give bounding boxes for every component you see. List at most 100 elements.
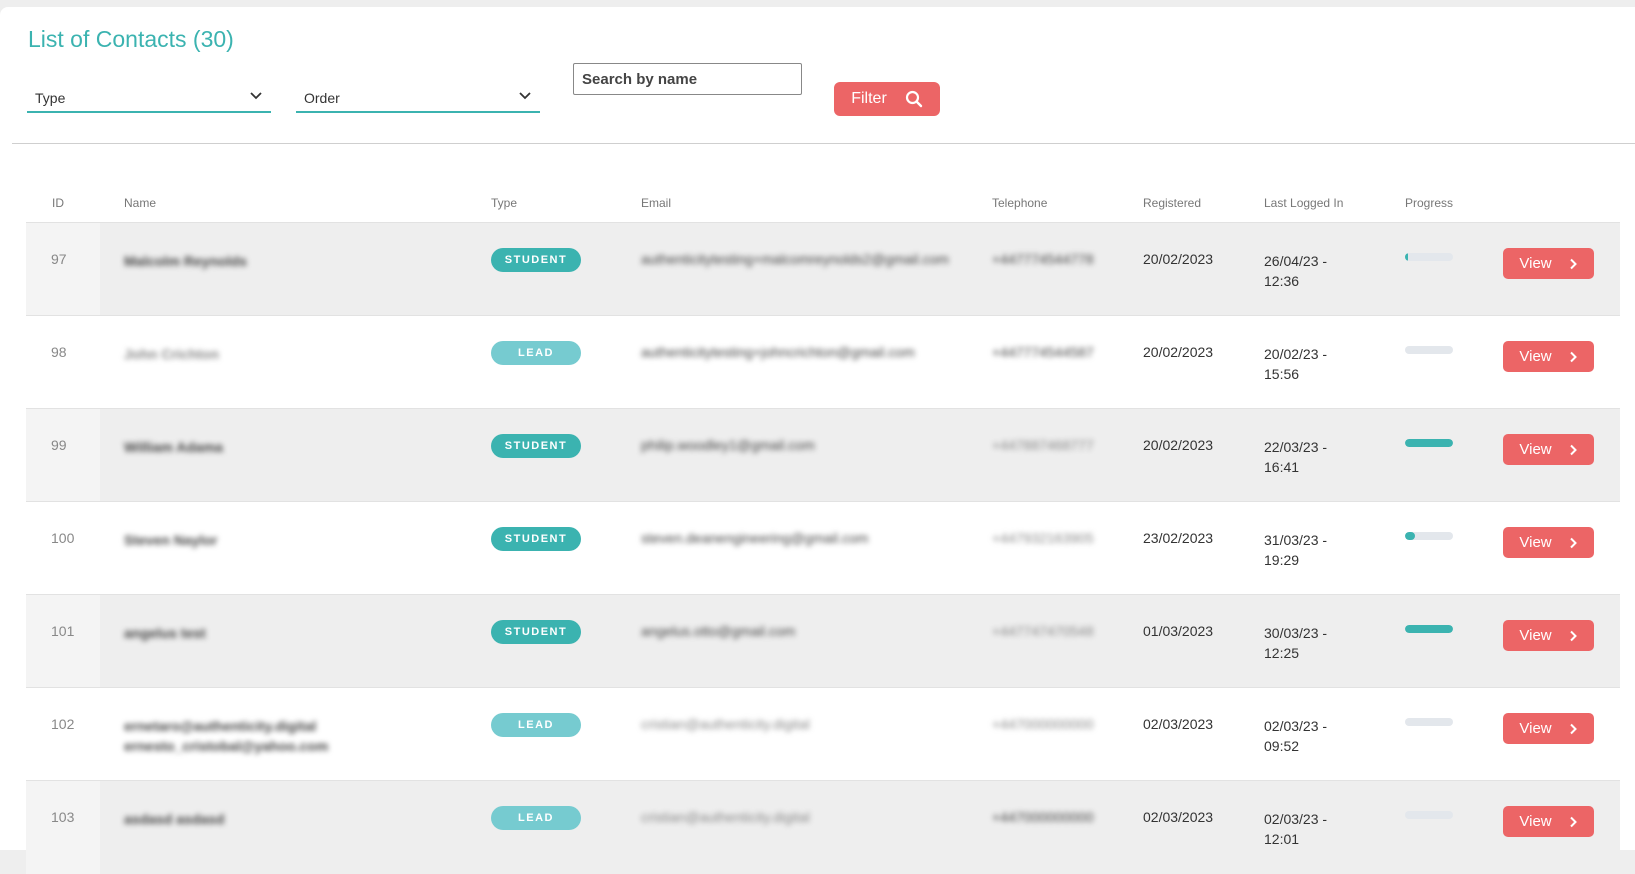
progress-bar — [1405, 718, 1453, 726]
column-header-name: Name — [124, 196, 157, 210]
order-select[interactable]: Order — [296, 85, 540, 113]
progress-bar — [1405, 811, 1453, 819]
contact-name-line: angelus test — [124, 625, 206, 641]
row-background — [100, 502, 1620, 595]
view-button-label: View — [1519, 720, 1552, 737]
table-row: 98 John Crichton LEAD authenticitytestin… — [26, 315, 1620, 409]
view-button[interactable]: View — [1503, 248, 1594, 279]
chevron-right-icon — [1569, 258, 1577, 269]
last-logged-in-time: 15:56 — [1264, 366, 1300, 382]
contact-name[interactable]: Malcolm Reynolds — [124, 251, 247, 271]
filter-button-label: Filter — [851, 90, 887, 107]
order-select-label: Order — [304, 90, 340, 106]
type-badge: LEAD — [491, 341, 581, 365]
id-cell — [26, 223, 100, 316]
contact-name[interactable]: William Adama — [124, 437, 223, 457]
row-background — [100, 223, 1620, 316]
contact-name-line: ernetaro@authenticity.digital — [124, 718, 317, 734]
contact-email: angelus.otto@gmail.com — [641, 623, 796, 639]
contact-email: authenticitytesting+malcomreynolds2@gmai… — [641, 251, 949, 267]
type-badge: STUDENT — [491, 248, 581, 272]
contact-email: cristian@authenticity.digital — [641, 716, 810, 732]
view-button[interactable]: View — [1503, 806, 1594, 837]
contact-name[interactable]: ernetaro@authenticity.digital ernesto_cr… — [124, 716, 328, 756]
registered-date: 20/02/2023 — [1143, 251, 1214, 267]
table-row: 103 asdasd asdasd LEAD cristian@authenti… — [26, 780, 1620, 874]
last-logged-in: 02/03/23 - 12:01 — [1264, 809, 1327, 849]
row-background — [100, 316, 1620, 409]
contact-id: 98 — [51, 344, 67, 360]
column-header-last-logged-in: Last Logged In — [1264, 196, 1344, 210]
chevron-down-icon — [519, 92, 531, 100]
table-row: 100 Steven Naylor STUDENT steven.deaneng… — [26, 501, 1620, 595]
column-header-telephone: Telephone — [992, 196, 1048, 210]
last-logged-in: 02/03/23 - 09:52 — [1264, 716, 1327, 756]
contact-telephone: +447747470548 — [992, 623, 1094, 639]
last-logged-in-time: 12:01 — [1264, 831, 1300, 847]
chevron-right-icon — [1569, 351, 1577, 362]
table-row: 101 angelus test STUDENT angelus.otto@gm… — [26, 594, 1620, 688]
last-logged-in-date: 30/03/23 - — [1264, 625, 1328, 641]
progress-bar — [1405, 253, 1453, 261]
contact-id: 100 — [51, 530, 75, 546]
column-header-email: Email — [641, 196, 672, 210]
column-header-type: Type — [491, 196, 518, 210]
row-background — [100, 409, 1620, 502]
contact-telephone: +447000000000 — [992, 716, 1094, 732]
last-logged-in: 20/02/23 - 15:56 — [1264, 344, 1327, 384]
last-logged-in-date: 02/03/23 - — [1264, 718, 1328, 734]
contact-email: cristian@authenticity.digital — [641, 809, 810, 825]
registered-date: 23/02/2023 — [1143, 530, 1214, 546]
last-logged-in: 22/03/23 - 16:41 — [1264, 437, 1327, 477]
contact-telephone: +447000000000 — [992, 809, 1094, 825]
registered-date: 01/03/2023 — [1143, 623, 1214, 639]
table-row: 97 Malcolm Reynolds STUDENT authenticity… — [26, 222, 1620, 316]
type-select[interactable]: Type — [27, 85, 271, 113]
view-button[interactable]: View — [1503, 527, 1594, 558]
table-row: 102 ernetaro@authenticity.digital ernest… — [26, 687, 1620, 781]
last-logged-in: 31/03/23 - 19:29 — [1264, 530, 1327, 570]
last-logged-in-date: 22/03/23 - — [1264, 439, 1328, 455]
contact-email: steven.deanengineering@gmail.com — [641, 530, 869, 546]
id-cell — [26, 595, 100, 688]
contact-name-line: John Crichton — [124, 346, 219, 362]
contact-name[interactable]: asdasd asdasd — [124, 809, 224, 829]
contact-name[interactable]: John Crichton — [124, 344, 219, 364]
contact-name-line-2: ernesto_cristobal@yahoo.com — [124, 738, 329, 754]
search-input[interactable] — [573, 63, 802, 95]
view-button-label: View — [1519, 441, 1552, 458]
contact-name-line: asdasd asdasd — [124, 811, 225, 827]
contact-id: 101 — [51, 623, 75, 639]
contact-email: philip.woodley1@gmail.com — [641, 437, 815, 453]
progress-bar — [1405, 439, 1453, 447]
view-button-label: View — [1519, 534, 1552, 551]
contact-name[interactable]: angelus test — [124, 623, 206, 643]
chevron-right-icon — [1569, 816, 1577, 827]
header-divider — [12, 143, 1635, 144]
progress-bar — [1405, 625, 1453, 633]
type-select-label: Type — [35, 90, 66, 106]
progress-fill — [1405, 625, 1453, 633]
row-background — [100, 781, 1620, 874]
chevron-right-icon — [1569, 444, 1577, 455]
contact-id: 102 — [51, 716, 75, 732]
contact-name-line: Malcolm Reynolds — [124, 253, 247, 269]
contact-name[interactable]: Steven Naylor — [124, 530, 217, 550]
search-icon — [905, 90, 922, 108]
view-button[interactable]: View — [1503, 434, 1594, 465]
view-button[interactable]: View — [1503, 713, 1594, 744]
type-badge: STUDENT — [491, 527, 581, 551]
id-cell — [26, 781, 100, 874]
contact-name-line: William Adama — [124, 439, 223, 455]
chevron-right-icon — [1569, 723, 1577, 734]
column-header-registered: Registered — [1143, 196, 1202, 210]
filter-button[interactable]: Filter — [834, 82, 940, 116]
last-logged-in: 26/04/23 - 12:36 — [1264, 251, 1327, 291]
view-button-label: View — [1519, 627, 1552, 644]
id-cell — [26, 409, 100, 502]
row-background — [100, 595, 1620, 688]
chevron-down-icon — [250, 92, 262, 100]
type-badge: STUDENT — [491, 620, 581, 644]
view-button[interactable]: View — [1503, 620, 1594, 651]
view-button[interactable]: View — [1503, 341, 1594, 372]
